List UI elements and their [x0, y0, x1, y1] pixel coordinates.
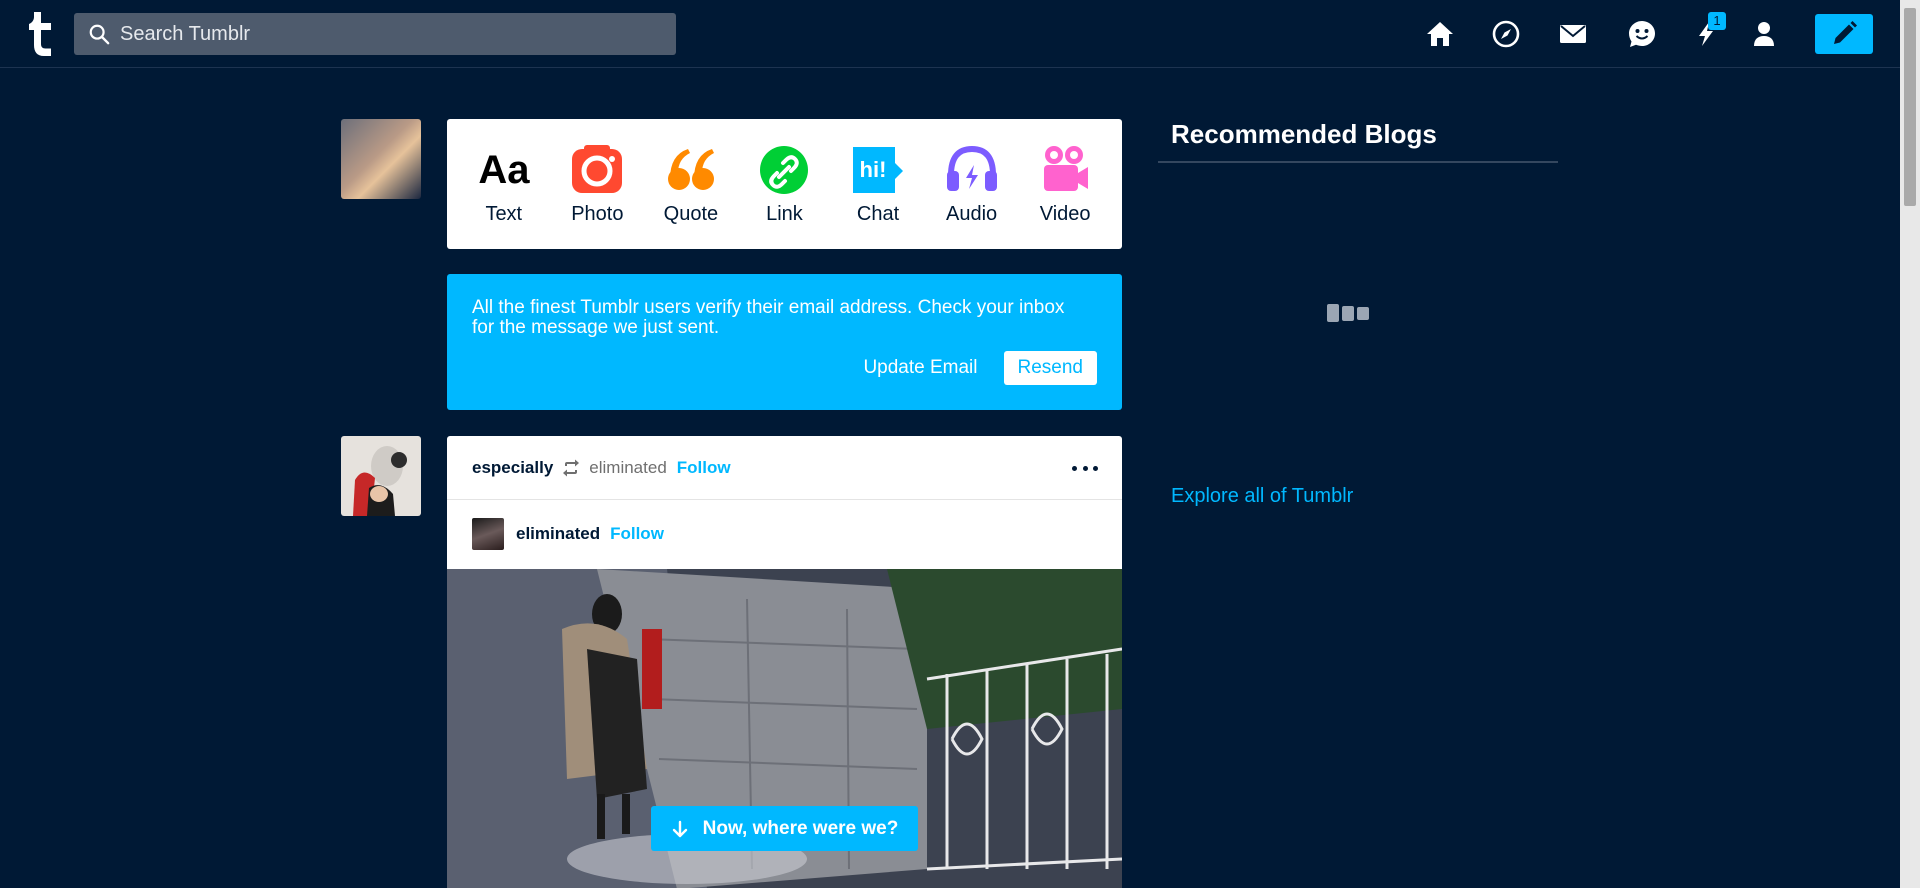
video-camera-icon	[1038, 143, 1092, 197]
link-icon	[757, 143, 811, 197]
page-scrollbar[interactable]	[1900, 0, 1920, 888]
post-header: especially eliminated Follow	[447, 436, 1122, 500]
post-type-label: Photo	[571, 202, 624, 225]
activity-badge: 1	[1708, 12, 1726, 30]
post-type-label: Audio	[946, 202, 998, 225]
messaging-icon[interactable]	[1624, 16, 1660, 52]
user-avatar[interactable]	[341, 119, 421, 199]
post-type-link[interactable]: Link	[742, 143, 826, 226]
compose-button[interactable]	[1815, 14, 1873, 54]
follow-button[interactable]: Follow	[677, 458, 731, 478]
headphones-icon	[945, 143, 999, 197]
svg-text:Aa: Aa	[478, 148, 530, 192]
resend-button[interactable]: Resend	[1003, 351, 1097, 385]
update-email-link[interactable]: Update Email	[863, 357, 977, 379]
original-author-avatar[interactable]	[472, 517, 504, 550]
post-type-video[interactable]: Video	[1023, 143, 1107, 226]
camera-icon	[570, 143, 624, 197]
post-type-composer: Aa Text Photo Quote Link hi! Chat Audio	[447, 119, 1122, 249]
explore-icon[interactable]	[1488, 16, 1524, 52]
recommended-blogs-title: Recommended Blogs	[1171, 119, 1437, 149]
top-header: 1	[0, 0, 1900, 68]
scrollbar-thumb[interactable]	[1904, 8, 1916, 206]
post-type-label: Text	[485, 202, 523, 225]
recommended-divider	[1158, 161, 1558, 163]
post-original-author: eliminated Follow	[447, 500, 1122, 567]
text-aa-icon: Aa	[477, 143, 531, 197]
post-type-chat[interactable]: hi! Chat	[836, 143, 920, 226]
post-type-label: Link	[766, 202, 803, 225]
reblogged-from-name[interactable]: eliminated	[589, 458, 667, 478]
jump-label: Now, where were we?	[702, 817, 899, 839]
svg-text:hi!: hi!	[860, 157, 887, 182]
account-icon[interactable]	[1746, 16, 1782, 52]
post-type-label: Video	[1039, 202, 1091, 225]
explore-all-tumblr-link[interactable]: Explore all of Tumblr	[1171, 485, 1353, 508]
home-icon[interactable]	[1422, 16, 1458, 52]
search-bar[interactable]	[74, 13, 676, 55]
original-blog-name[interactable]: eliminated	[516, 524, 600, 544]
loading-indicator	[1327, 304, 1372, 322]
verify-email-banner: All the finest Tumblr users verify their…	[447, 274, 1122, 410]
post-type-audio[interactable]: Audio	[930, 143, 1014, 226]
post-type-label: Chat	[856, 202, 900, 225]
tumblr-logo-icon[interactable]	[26, 12, 56, 56]
verify-message: All the finest Tumblr users verify their…	[472, 297, 1065, 338]
compose-pencil-icon	[1834, 21, 1857, 44]
search-input[interactable]	[120, 22, 640, 46]
activity-icon[interactable]: 1	[1688, 12, 1726, 52]
original-follow-button[interactable]: Follow	[610, 524, 664, 544]
reblog-icon	[563, 459, 580, 476]
post-blog-name[interactable]: especially	[472, 458, 553, 478]
inbox-icon[interactable]	[1555, 16, 1591, 52]
post-type-photo[interactable]: Photo	[555, 143, 639, 226]
post-more-options-icon[interactable]	[1072, 456, 1098, 480]
chat-hi-icon: hi!	[851, 143, 905, 197]
quote-icon	[664, 143, 718, 197]
post-author-avatar[interactable]	[341, 436, 421, 516]
post-type-text[interactable]: Aa Text	[462, 143, 546, 226]
post-type-label: Quote	[663, 202, 719, 225]
now-where-were-we-button[interactable]: Now, where were we?	[651, 806, 918, 851]
post-type-quote[interactable]: Quote	[649, 143, 733, 226]
search-icon	[89, 24, 110, 45]
arrow-down-icon	[672, 820, 687, 837]
